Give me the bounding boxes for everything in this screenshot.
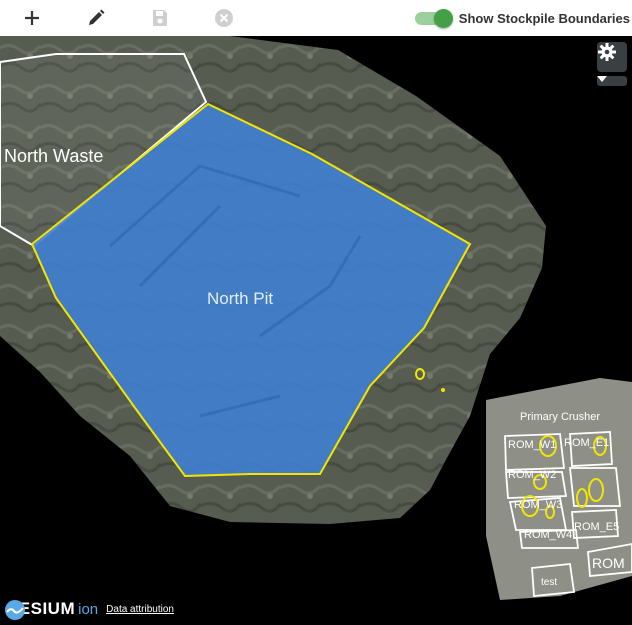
cancel-button[interactable]: [210, 4, 238, 32]
label-rom-e5: ROM_E5: [574, 521, 619, 533]
label-rom-w4: ROM_W4: [524, 529, 572, 541]
add-button[interactable]: [18, 4, 46, 32]
toggle-label: Show Stockpile Boundaries: [458, 10, 630, 26]
caret-down-icon: [597, 76, 607, 82]
ion-wordmark: ion: [78, 600, 99, 618]
edit-button[interactable]: [82, 4, 110, 32]
floppy-disk-icon: [153, 10, 167, 26]
cesium-logo[interactable]: CESIUM ion: [4, 599, 99, 620]
stockpile-boundaries-toggle[interactable]: [414, 9, 453, 28]
label-primary-crusher: Primary Crusher: [520, 411, 600, 423]
expand-toolbar-button[interactable]: [597, 76, 627, 86]
gear-icon: [598, 43, 616, 61]
label-rom-w1: ROM_W1: [508, 439, 556, 451]
label-test: test: [541, 577, 557, 588]
toggle-knob: [433, 9, 453, 28]
map-canvas[interactable]: North Waste North Pit Primary Crusher RO…: [0, 36, 632, 625]
label-rom-cut: ROM: [592, 555, 625, 571]
label-rom-e1: ROM_E1: [564, 437, 609, 449]
label-north-waste: North Waste: [4, 146, 103, 166]
small-stockpile-2[interactable]: [441, 388, 445, 392]
label-rom-w3: ROM_W3: [514, 499, 562, 511]
settings-button[interactable]: [597, 42, 627, 72]
map-viewer[interactable]: North Waste North Pit Primary Crusher RO…: [0, 36, 632, 625]
data-attribution-link[interactable]: Data attribution: [106, 604, 174, 615]
label-north-pit: North Pit: [207, 289, 273, 308]
cesium-logo-icon: [5, 600, 25, 620]
save-button[interactable]: [146, 4, 174, 32]
label-rom-w2: ROM_W2: [508, 469, 556, 481]
stockpile-toggle-group: Show Stockpile Boundaries: [414, 0, 632, 36]
toolbar: Show Stockpile Boundaries: [0, 0, 632, 36]
pencil-icon: [89, 9, 105, 25]
circle-x-icon: [215, 9, 233, 27]
plus-icon: [25, 11, 39, 25]
attribution-bar: CESIUM ion Data attribution: [4, 599, 174, 620]
